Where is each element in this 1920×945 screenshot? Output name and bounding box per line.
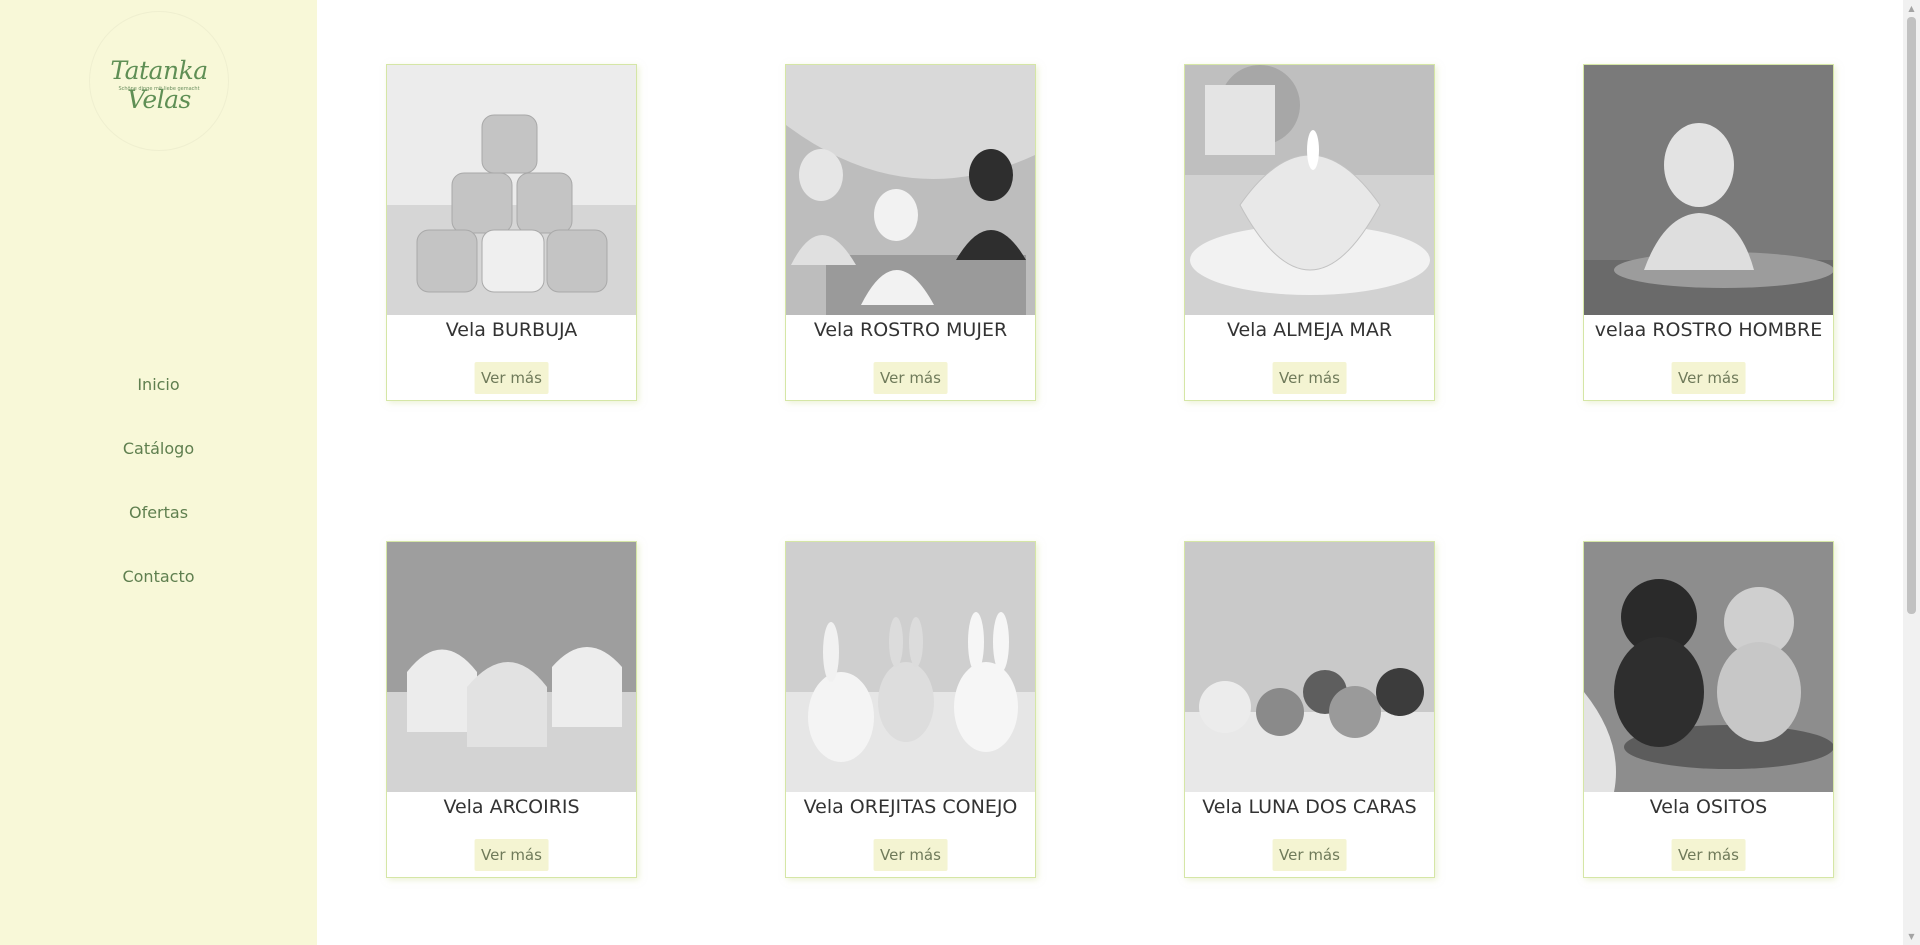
product-title: Vela OREJITAS CONEJO (803, 796, 1018, 818)
product-image[interactable] (1584, 542, 1833, 792)
product-card: Vela OREJITAS CONEJO Ver más (785, 541, 1036, 878)
product-card: Vela ALMEJA MAR Ver más (1184, 64, 1435, 401)
product-card: Vela BURBUJA Ver más (386, 64, 637, 401)
product-card: Vela ROSTRO MUJER Ver más (785, 64, 1036, 401)
scrollbar-thumb[interactable] (1907, 17, 1916, 614)
ver-mas-button[interactable]: Ver más (1272, 362, 1347, 394)
scroll-down-icon[interactable]: ▼ (1903, 928, 1920, 945)
ver-mas-button[interactable]: Ver más (873, 839, 948, 871)
brand-name: Tatanka Velas (110, 56, 208, 114)
product-title: Vela ARCOIRIS (443, 796, 580, 818)
product-card: Vela OSITOS Ver más (1583, 541, 1834, 878)
product-title: Vela ALMEJA MAR (1226, 319, 1393, 341)
product-title: velaa ROSTRO HOMBRE (1594, 319, 1823, 341)
product-image[interactable] (1185, 542, 1434, 792)
nav-item-catalogo[interactable]: Catálogo (0, 424, 317, 488)
product-title: Vela BURBUJA (445, 319, 578, 341)
brand-logo[interactable]: Tatanka Velas Schöne dinge mit liebe gem… (89, 11, 229, 151)
product-image[interactable] (1185, 65, 1434, 315)
sidebar: Tatanka Velas Schöne dinge mit liebe gem… (0, 0, 317, 945)
vertical-scrollbar[interactable]: ▲ ▼ (1903, 0, 1920, 945)
ver-mas-button[interactable]: Ver más (474, 839, 549, 871)
brand-tagline: Schöne dinge mit liebe gemacht (118, 86, 200, 92)
ver-mas-button[interactable]: Ver más (873, 362, 948, 394)
product-title: Vela LUNA DOS CARAS (1202, 796, 1417, 818)
product-image[interactable] (387, 542, 636, 792)
product-image[interactable] (1584, 65, 1833, 315)
product-title: Vela OSITOS (1649, 796, 1768, 818)
scroll-up-icon[interactable]: ▲ (1903, 0, 1920, 17)
product-card: velaa ROSTRO HOMBRE Ver más (1583, 64, 1834, 401)
product-title: Vela ROSTRO MUJER (813, 319, 1008, 341)
nav-item-ofertas[interactable]: Ofertas (0, 488, 317, 552)
product-image[interactable] (387, 65, 636, 315)
ver-mas-button[interactable]: Ver más (474, 362, 549, 394)
product-card: Vela LUNA DOS CARAS Ver más (1184, 541, 1435, 878)
product-image[interactable] (786, 65, 1035, 315)
nav-item-inicio[interactable]: Inicio (0, 360, 317, 424)
main-nav: Inicio Catálogo Ofertas Contacto (0, 360, 317, 616)
product-image[interactable] (786, 542, 1035, 792)
ver-mas-button[interactable]: Ver más (1272, 839, 1347, 871)
product-card: Vela ARCOIRIS Ver más (386, 541, 637, 878)
ver-mas-button[interactable]: Ver más (1671, 839, 1746, 871)
nav-item-contacto[interactable]: Contacto (0, 552, 317, 616)
ver-mas-button[interactable]: Ver más (1671, 362, 1746, 394)
